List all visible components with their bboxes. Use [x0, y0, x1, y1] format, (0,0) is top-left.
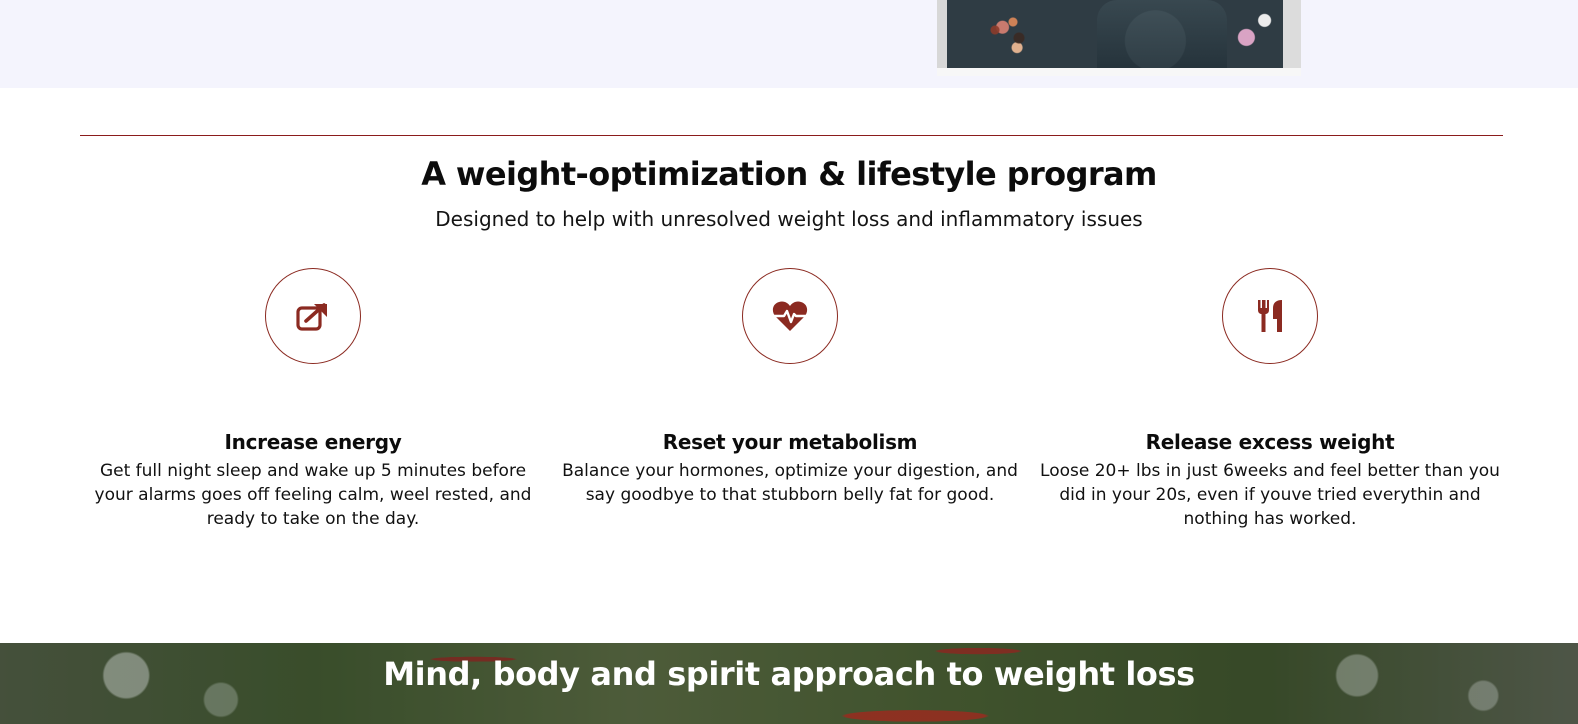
feature-text: Loose 20+ lbs in just 6weeks and feel be… [1040, 461, 1500, 529]
banner-title: Mind, body and spirit approach to weight… [383, 655, 1195, 693]
feature-icon-circle [1222, 268, 1318, 364]
feature-increase-energy: Increase energy Get full night sleep and… [83, 268, 543, 531]
external-link-icon [296, 301, 330, 331]
section-subtitle: Designed to help with unresolved weight … [435, 207, 1143, 231]
hero-photo [937, 0, 1301, 68]
feature-text: Balance your hormones, optimize your dig… [562, 461, 1018, 505]
feature-title: Reset your metabolism [662, 430, 918, 454]
banner-background: Mind, body and spirit approach to weight… [0, 643, 1578, 724]
section-divider [80, 135, 1503, 136]
hero-background [0, 0, 1578, 88]
feature-icon-circle [742, 268, 838, 364]
feature-text: Get full night sleep and wake up 5 minut… [94, 461, 532, 529]
feature-title: Increase energy [224, 430, 402, 454]
utensils-icon [1256, 299, 1284, 333]
feature-reset-metabolism: Reset your metabolism Balance your hormo… [560, 268, 1020, 507]
feature-title: Release excess weight [1145, 430, 1395, 454]
feature-icon-circle [265, 268, 361, 364]
section-title: A weight-optimization & lifestyle progra… [421, 155, 1157, 193]
feature-release-weight: Release excess weight Loose 20+ lbs in j… [1040, 268, 1500, 531]
heartbeat-icon [772, 300, 808, 332]
